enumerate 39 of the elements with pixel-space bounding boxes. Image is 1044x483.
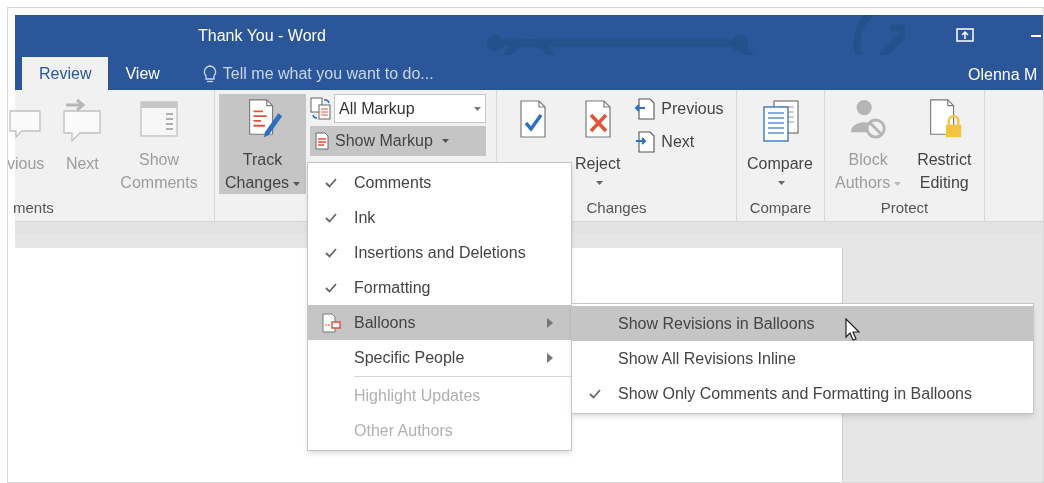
ribbon-button[interactable]: Previous xyxy=(630,94,728,124)
person-blocked-icon xyxy=(848,98,889,140)
ribbon-tab[interactable]: Review xyxy=(22,57,109,90)
display-for-review-dropdown[interactable]: All Markup xyxy=(334,94,487,123)
user-name[interactable]: Olenna M xyxy=(968,63,1038,87)
menu-item[interactable]: Insertions and Deletions xyxy=(308,235,571,270)
lightbulb-icon xyxy=(202,64,217,83)
menu-item[interactable]: Ink xyxy=(308,200,571,235)
document-icon xyxy=(314,132,331,150)
mouse-cursor-icon xyxy=(845,318,861,342)
document-arrow-right-icon xyxy=(634,130,657,154)
document-arrow-left-icon xyxy=(634,97,657,121)
ribbon-button[interactable]: Show Markup xyxy=(310,126,487,156)
menu-item[interactable]: Specific People xyxy=(308,340,571,375)
document-swap-icon xyxy=(310,96,333,121)
group-label: Protect xyxy=(879,198,930,218)
group-label: Changes xyxy=(585,198,648,218)
dropdown-caret-icon xyxy=(474,106,482,111)
group-label: ments xyxy=(13,198,55,218)
ribbon-display-options-icon xyxy=(956,28,974,42)
minimize-icon xyxy=(1031,34,1041,38)
menu-item[interactable]: Balloons xyxy=(308,305,571,340)
window-title: Thank You - Word xyxy=(198,26,326,46)
menu-item[interactable]: Formatting xyxy=(308,270,571,305)
ribbon-tab[interactable]: View xyxy=(108,57,177,90)
tell-me-field[interactable]: Tell me what you want to do... xyxy=(202,57,434,90)
ribbon-button[interactable]: Compare xyxy=(741,94,819,194)
comments-pane-icon xyxy=(139,98,180,140)
menu-item[interactable]: Show Revisions in Balloons xyxy=(572,306,1033,341)
ribbon-button[interactable]: Track Changes xyxy=(219,94,307,194)
submenu-arrow-icon xyxy=(547,317,553,328)
ribbon-button[interactable]: Next xyxy=(630,127,728,157)
menu-item[interactable]: Show All Revisions Inline xyxy=(572,341,1033,376)
menu-item[interactable]: Show Only Comments and Formatting in Balloons xyxy=(572,376,1033,411)
group-label: Compare xyxy=(748,198,813,218)
ribbon-button[interactable]: Restrict Editing xyxy=(911,94,978,194)
submenu-arrow-icon xyxy=(547,352,553,363)
ribbon-button[interactable]: Reject xyxy=(569,94,627,194)
menu-item[interactable]: Comments xyxy=(308,165,571,200)
